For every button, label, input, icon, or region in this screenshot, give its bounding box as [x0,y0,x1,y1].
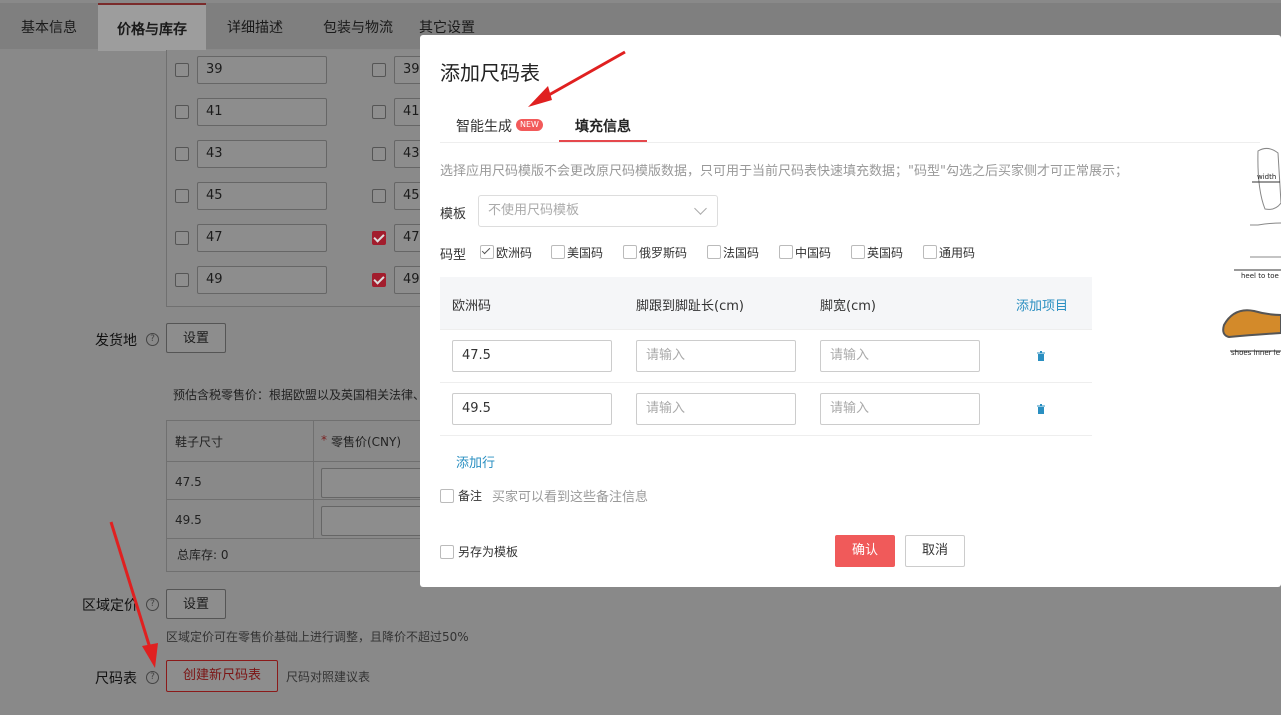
tab-smart-generate[interactable]: 智能生成 [456,116,512,136]
diagram-label-width: width [1257,173,1277,181]
size-checkbox[interactable] [372,189,386,203]
trash-icon[interactable] [1036,404,1046,414]
size-checkbox[interactable] [175,273,189,287]
size-checkbox[interactable] [372,273,386,287]
tab-description[interactable]: 详细描述 [206,3,304,49]
size-type-label: 美国码 [567,246,604,260]
size-type-label: 码型 [440,248,467,263]
size-checkbox[interactable] [175,189,189,203]
help-icon: ? [146,671,159,684]
size-type-checkbox[interactable] [851,245,865,259]
chevron-down-icon [694,202,707,215]
size-checkbox[interactable] [372,63,386,77]
size-type-checkbox[interactable] [779,245,793,259]
diagram-label-heel-toe: heel to toe [1241,272,1279,280]
ship-from-label: 发货地 [95,333,137,349]
save-template-label: 另存为模板 [458,545,519,559]
region-price-note: 区域定价可在零售价基础上进行调整，且降价不超过50% [166,630,469,644]
size-type-label: 中国码 [795,246,832,260]
size-checkbox[interactable] [175,231,189,245]
eu-size-input[interactable]: 47.5 [452,340,612,372]
eu-size-input[interactable]: 49.5 [452,393,612,425]
trash-icon[interactable] [1036,351,1046,361]
price-row-size: 47.5 [175,475,202,489]
size-type-checkbox[interactable] [707,245,721,259]
modal-title: 添加尺码表 [440,61,540,85]
size-checkbox[interactable] [175,63,189,77]
modal-hint: 选择应用尺码模版不会更改原尺码模版数据，只可用于当前尺码表快速填充数据；"码型"… [440,164,1128,179]
th-heel-to-toe: 脚跟到脚趾长(cm) [636,299,744,314]
size-type-checkbox[interactable] [623,245,637,259]
row-divider [440,329,1092,330]
template-label: 模板 [440,207,467,222]
size-type-checkbox[interactable] [923,245,937,259]
price-input[interactable] [321,506,431,536]
confirm-button[interactable]: 确认 [835,535,895,567]
size-type-label: 通用码 [939,246,976,260]
size-input[interactable]: 47 [197,224,327,252]
save-template-checkbox[interactable] [440,545,454,559]
size-input[interactable]: 39 [197,56,327,84]
total-stock: 总库存: 0 [177,548,229,562]
foot-width-input[interactable]: 请输入 [820,340,980,372]
tab-price-stock[interactable]: 价格与库存 [98,3,206,51]
remark-checkbox[interactable] [440,489,454,503]
new-badge: NEW [516,119,543,131]
price-input[interactable] [321,468,431,498]
help-icon: ? [146,598,159,611]
size-checkbox[interactable] [175,147,189,161]
size-checkbox[interactable] [372,231,386,245]
tab-divider [440,142,1260,143]
size-chart-label: 尺码表 [95,671,137,687]
size-checkbox[interactable] [175,105,189,119]
row-divider [440,435,1092,436]
remark-placeholder: 买家可以看到这些备注信息 [492,490,649,505]
size-type-checkbox[interactable] [480,245,494,259]
diagram-label-inner-length: shoes inner le [1231,349,1281,357]
required-mark: * [321,433,327,447]
size-input[interactable]: 43 [197,140,327,168]
heel-to-toe-input[interactable]: 请输入 [636,340,796,372]
foot-width-input[interactable]: 请输入 [820,393,980,425]
template-select[interactable]: 不使用尺码模板 [478,195,718,227]
price-table-col-size: 鞋子尺寸 [175,435,224,449]
size-input[interactable]: 41 [197,98,327,126]
th-foot-width: 脚宽(cm) [820,299,876,314]
size-checkbox[interactable] [372,105,386,119]
create-size-chart-button[interactable]: 创建新尺码表 [166,660,278,692]
tab-packaging[interactable]: 包装与物流 [304,3,412,49]
size-type-label: 法国码 [723,246,760,260]
ship-from-settings-button[interactable]: 设置 [166,323,226,353]
cancel-button[interactable]: 取消 [905,535,965,567]
add-item-link[interactable]: 添加项目 [1016,295,1068,314]
size-type-checkbox[interactable] [551,245,565,259]
size-table-header [440,277,1092,329]
size-type-label: 欧洲码 [496,246,533,260]
active-tab-indicator [559,140,647,142]
template-select-value: 不使用尺码模板 [488,203,580,218]
remark-label: 备注 [458,489,483,503]
th-eu-size: 欧洲码 [452,299,492,314]
help-icon: ? [146,333,159,346]
size-checkbox[interactable] [372,147,386,161]
size-input[interactable]: 49 [197,266,327,294]
add-row-link[interactable]: 添加行 [456,452,495,471]
price-table: 鞋子尺寸 * 零售价(CNY) 47.5 49.5 总库存: 0 [166,420,431,572]
region-price-label: 区域定价 [82,598,138,614]
size-chart-note: 尺码对照建议表 [286,670,371,684]
tab-fill-info[interactable]: 填充信息 [575,116,631,136]
tax-note: 预估含税零售价：根据欧盟以及英国相关法律、 [173,388,426,402]
heel-to-toe-input[interactable]: 请输入 [636,393,796,425]
size-type-label: 俄罗斯码 [639,246,688,260]
region-price-settings-button[interactable]: 设置 [166,589,226,619]
row-divider [440,382,1092,383]
tab-basic-info[interactable]: 基本信息 [0,3,98,49]
add-size-chart-modal: 添加尺码表 智能生成 NEW 填充信息 选择应用尺码模版不会更改原尺码模版数据，… [420,35,1281,587]
price-row-size: 49.5 [175,513,202,527]
size-type-label: 英国码 [867,246,904,260]
price-table-col-price: 零售价(CNY) [331,435,402,449]
size-input[interactable]: 45 [197,182,327,210]
